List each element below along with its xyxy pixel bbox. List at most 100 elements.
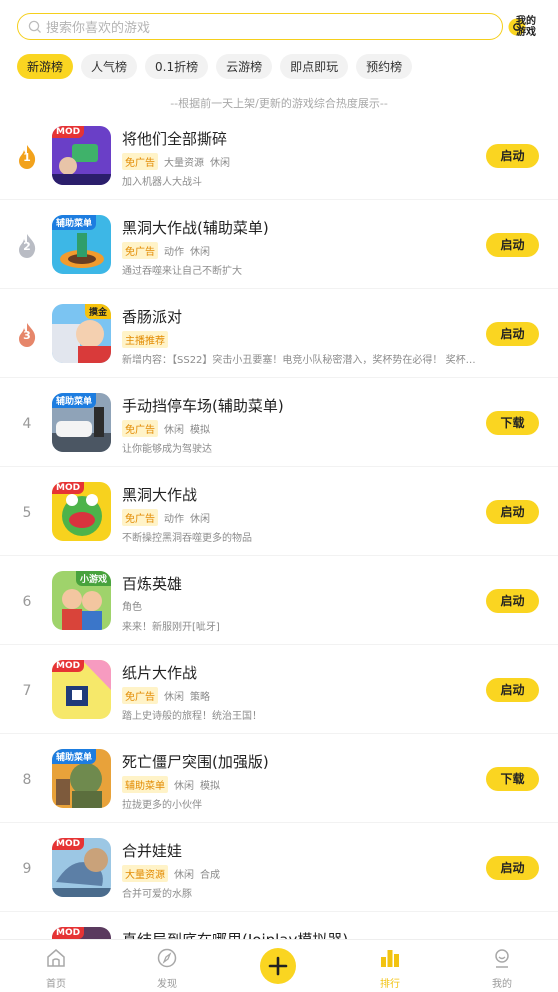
search-bar[interactable]: 搜索你喜欢的游戏 <box>17 13 503 40</box>
tag: 模拟 <box>190 425 210 436</box>
list-item[interactable]: 2 辅助菜单 黑洞大作战(辅助菜单) 免广告 动作 休闲 通过吞噬来让自己不断扩… <box>0 200 558 289</box>
game-description: 加入机器人大战斗 <box>122 177 202 188</box>
game-title: 黑洞大作战(辅助菜单) <box>122 219 269 237</box>
launch-button[interactable]: 启动 <box>486 233 539 257</box>
launch-button[interactable]: 启动 <box>486 856 539 880</box>
game-description: 合并可爱的水豚 <box>122 889 192 900</box>
mod-badge: MOD <box>52 660 85 672</box>
nav-profile[interactable]: 我的 <box>472 948 532 990</box>
nav-discover[interactable]: 发现 <box>137 948 197 990</box>
rank-number: 6 <box>22 594 32 610</box>
rank-number: 7 <box>22 683 32 699</box>
game-title: 黑洞大作战 <box>122 486 198 504</box>
mini-game-badge: 小游戏 <box>75 571 111 586</box>
tab-instant-play[interactable]: 即点即玩 <box>280 54 349 79</box>
mod-badge: MOD <box>52 838 85 850</box>
assist-menu-badge: 辅助菜单 <box>52 215 97 230</box>
game-title: 死亡僵尸突围(加强版) <box>122 753 269 771</box>
rank-badge: 2 <box>14 233 40 259</box>
launch-button[interactable]: 启动 <box>486 144 539 168</box>
tag: 大量资源 <box>122 865 168 882</box>
my-games-label-2: 游戏 <box>516 27 536 38</box>
tag: 休闲 <box>190 247 210 258</box>
list-item[interactable]: 1 MOD 将他们全部撕碎 免广告 大量资源 休闲 加入机器人大战斗 启动 <box>0 111 558 200</box>
tab-popular[interactable]: 人气榜 <box>81 54 138 79</box>
mod-badge: MOD <box>52 482 85 494</box>
list-item[interactable]: 8 辅助菜单 死亡僵尸突围(加强版) 辅助菜单 休闲 模拟 拉拢更多的小伙伴 下… <box>0 734 558 823</box>
tab-discount[interactable]: 0.1折榜 <box>145 54 209 79</box>
nav-home[interactable]: 首页 <box>26 948 86 990</box>
game-icon: 摸金 <box>52 304 111 363</box>
profile-icon <box>495 949 509 968</box>
rank-number: 8 <box>22 772 32 788</box>
game-title: 合并娃娃 <box>122 842 183 860</box>
launch-button[interactable]: 启动 <box>486 678 539 702</box>
tag: 免广告 <box>122 420 158 437</box>
tag: 免广告 <box>122 687 158 704</box>
game-title: 手动挡停车场(辅助菜单) <box>122 397 284 415</box>
ranking-description: --根据前一天上架/更新的游戏综合热度展示-- <box>170 97 388 110</box>
tag: 免广告 <box>122 242 158 259</box>
tag: 合成 <box>200 870 220 881</box>
tag: 休闲 <box>174 870 194 881</box>
rank-number: 9 <box>22 861 32 877</box>
game-icon: MOD <box>52 482 111 541</box>
tag: 主播推荐 <box>122 331 168 348</box>
list-item[interactable]: 5 MOD 黑洞大作战 免广告 动作 休闲 不断操控黑洞吞噬更多的物品 启动 <box>0 467 558 556</box>
game-description: 让你能够成为驾驶达 <box>122 444 212 455</box>
launch-button[interactable]: 启动 <box>486 322 539 346</box>
tag: 大量资源 <box>164 158 204 169</box>
nav-ranking[interactable]: 排行 <box>360 948 420 990</box>
bottom-navigation: 首页 发现 排行 我的 <box>0 939 558 992</box>
tag: 休闲 <box>164 692 184 703</box>
mod-badge: MOD <box>52 126 85 138</box>
list-item[interactable]: 3 摸金 香肠派对 主播推荐 新增内容：【SS22】突击小丑要塞！电竞小队秘密潜… <box>0 289 558 378</box>
tag: 免广告 <box>122 153 158 170</box>
game-title: 百炼英雄 <box>122 575 183 593</box>
list-item[interactable]: 6 小游戏 百炼英雄 角色 来来！新服刚开[呲牙] 启动 <box>0 556 558 645</box>
tag: 休闲 <box>174 781 194 792</box>
tab-reservation[interactable]: 预约榜 <box>356 54 413 79</box>
game-icon: MOD <box>52 660 111 719</box>
top-bar: 搜索你喜欢的游戏 我的 游戏 <box>0 0 558 44</box>
game-icon: MOD <box>52 126 111 185</box>
game-title: 纸片大作战 <box>122 664 198 682</box>
download-button[interactable]: 下载 <box>486 767 539 791</box>
launch-button[interactable]: 启动 <box>486 500 539 524</box>
list-item[interactable]: 4 辅助菜单 手动挡停车场(辅助菜单) 免广告 休闲 模拟 让你能够成为驾驶达 … <box>0 378 558 467</box>
my-games-label-1: 我的 <box>516 16 536 27</box>
launch-button[interactable]: 启动 <box>486 589 539 613</box>
rank-badge: 1 <box>14 144 40 170</box>
list-item[interactable]: 7 MOD 纸片大作战 免广告 休闲 策略 踏上史诗般的旅程！统治王国！ 启动 <box>0 645 558 734</box>
tab-cloud[interactable]: 云游榜 <box>216 54 273 79</box>
game-title: 香肠派对 <box>122 308 183 326</box>
game-description: 来来！新服刚开[呲牙] <box>122 622 220 633</box>
rank-number: 4 <box>22 416 32 432</box>
list-item[interactable]: 9 MOD 合并娃娃 大量资源 休闲 合成 合并可爱的水豚 启动 <box>0 823 558 912</box>
rank-badge: 3 <box>14 322 40 348</box>
download-button[interactable]: 下载 <box>486 411 539 435</box>
game-icon: 辅助菜单 <box>52 749 111 808</box>
assist-menu-badge: 辅助菜单 <box>52 393 97 408</box>
tag: 角色 <box>122 602 142 613</box>
game-icon: 辅助菜单 <box>52 393 111 452</box>
game-icon: MOD <box>52 838 111 897</box>
game-description: 新增内容：【SS22】突击小丑要塞！电竞小队秘密潜入，奖杯势在必得！ 奖杯被夺，… <box>122 355 480 366</box>
my-games-button[interactable]: 我的 游戏 <box>508 14 544 40</box>
game-description: 通过吞噬来让自己不断扩大 <box>122 266 242 277</box>
game-description: 拉拢更多的小伙伴 <box>122 800 202 811</box>
search-placeholder: 搜索你喜欢的游戏 <box>46 21 151 36</box>
tag: 辅助菜单 <box>122 776 168 793</box>
game-list: 1 MOD 将他们全部撕碎 免广告 大量资源 休闲 加入机器人大战斗 启动 2 … <box>0 111 558 992</box>
tag: 动作 <box>164 514 184 525</box>
tag: 休闲 <box>164 425 184 436</box>
rank-icon <box>381 950 399 967</box>
game-description: 不断操控黑洞吞噬更多的物品 <box>122 533 252 544</box>
assist-menu-badge: 辅助菜单 <box>52 749 97 764</box>
tab-new-games[interactable]: 新游榜 <box>17 54 74 79</box>
game-icon: 小游戏 <box>52 571 111 630</box>
create-button[interactable] <box>260 948 296 984</box>
search-icon <box>28 20 41 33</box>
rank-number: 5 <box>22 505 32 521</box>
tag: 休闲 <box>210 158 230 169</box>
